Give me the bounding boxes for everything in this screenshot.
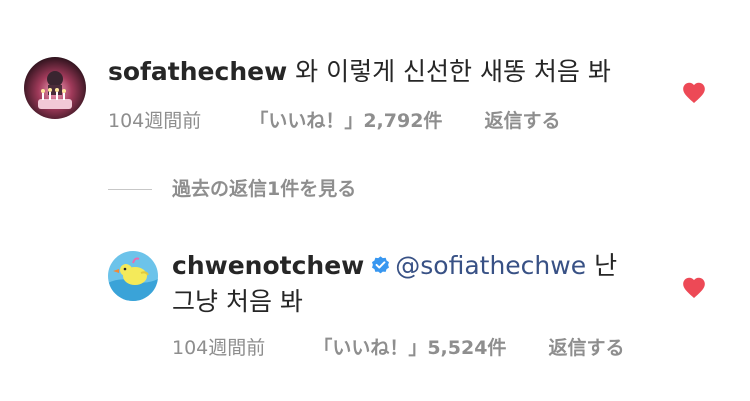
- comment-username[interactable]: sofathechew: [108, 57, 287, 86]
- heart-icon[interactable]: [681, 80, 707, 104]
- comment-meta: 104週間前 「いいね！」2,792件 返信する: [108, 106, 560, 133]
- heart-icon[interactable]: [681, 275, 707, 299]
- view-replies-label[interactable]: 過去の返信1件を見る: [172, 178, 356, 200]
- reply-body-line2: 그냥 처음 봐: [172, 287, 303, 316]
- reply-time[interactable]: 104週間前: [172, 333, 265, 360]
- reply-username[interactable]: chwenotchew: [172, 251, 364, 280]
- birthday-cake-photo-icon: [24, 57, 86, 119]
- comment-likes[interactable]: 「いいね！」2,792件: [249, 106, 442, 133]
- view-replies-link[interactable]: 過去の返信1件を見る: [108, 174, 356, 201]
- reply-likes[interactable]: 「いいね！」5,524件: [313, 333, 506, 360]
- comment-body: 와 이렇게 신선한 새똥 처음 봐: [295, 57, 611, 86]
- reply-body-line1: 난: [594, 251, 618, 280]
- avatar[interactable]: [24, 57, 86, 119]
- reply-button[interactable]: 返信する: [484, 106, 560, 133]
- verified-badge-icon: [372, 256, 390, 274]
- comment-time[interactable]: 104週間前: [108, 106, 201, 133]
- reply-text: chwenotchew @sofiathechwe 난 그냥 처음 봐: [172, 248, 632, 320]
- reply-button[interactable]: 返信する: [548, 333, 624, 360]
- cartoon-duck-illustration-icon: [108, 251, 158, 301]
- mention-link[interactable]: @sofiathechwe: [395, 251, 586, 280]
- avatar[interactable]: [108, 251, 158, 301]
- reply-meta: 104週間前 「いいね！」5,524件 返信する: [172, 333, 624, 360]
- comment-text: sofathechew 와 이렇게 신선한 새똥 처음 봐: [108, 54, 611, 90]
- divider-line: [108, 189, 152, 190]
